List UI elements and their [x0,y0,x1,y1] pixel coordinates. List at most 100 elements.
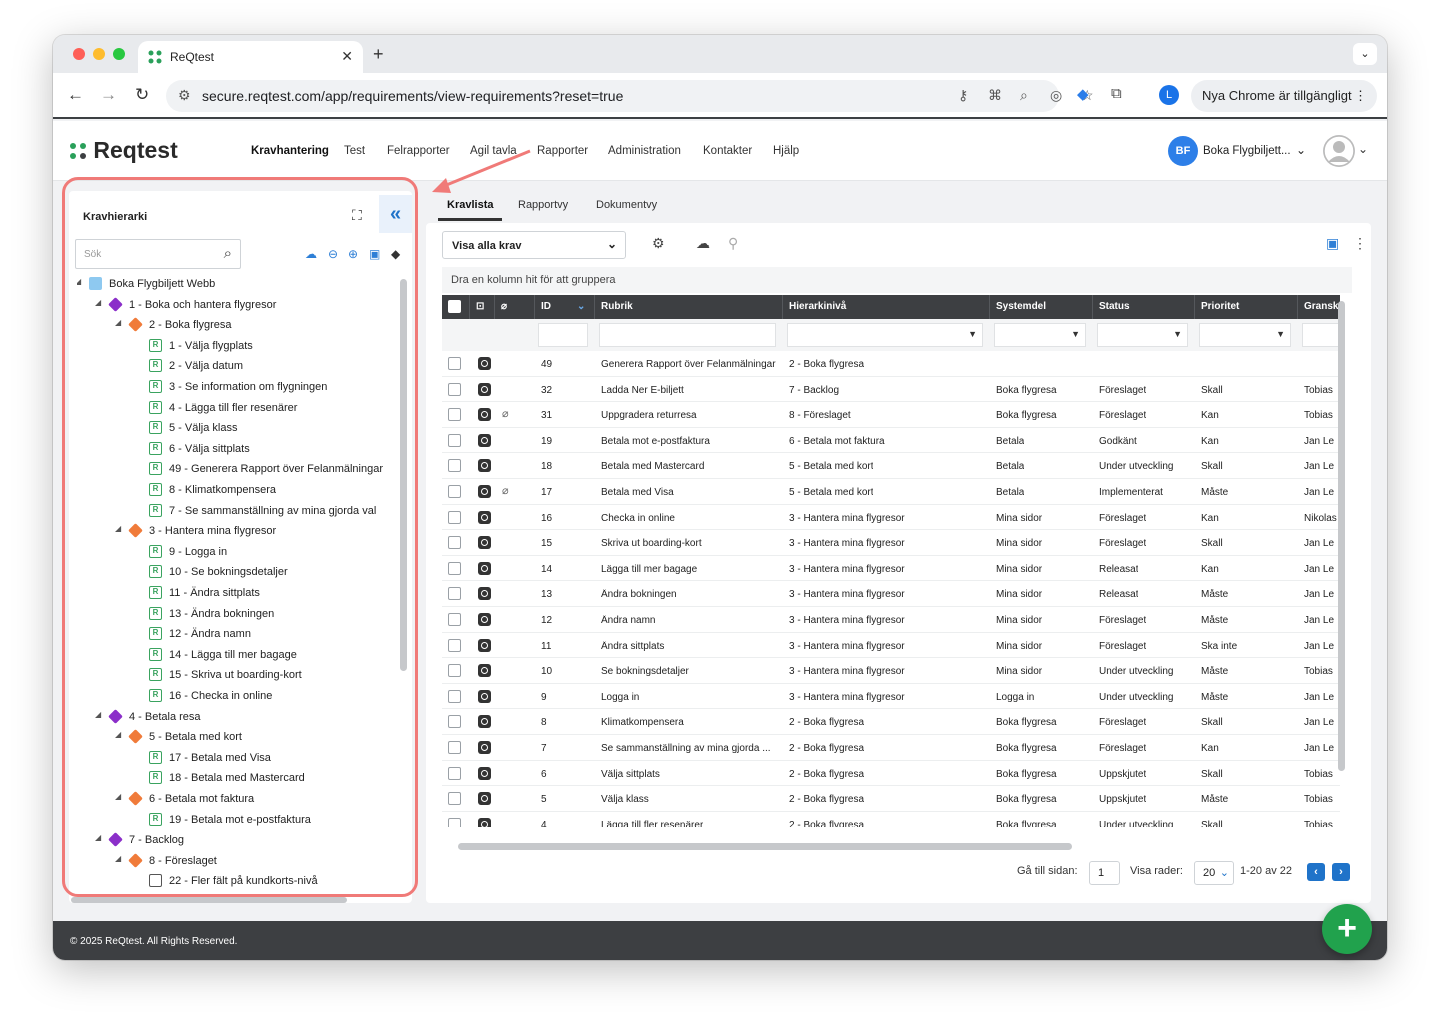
brand-logo[interactable]: Reqtest [69,137,178,164]
tab-kravlista[interactable]: Kravlista [447,199,493,211]
group-drop-zone[interactable]: Dra en kolumn hit för att gruppera [442,267,1352,293]
tree-node[interactable]: ◢ 5 - Betala med kort [77,728,397,748]
tree-node[interactable]: 22 - Fler fält på kundkorts-nivå [77,872,397,892]
view-details-icon[interactable] [478,664,491,678]
table-row[interactable]: 10 Se bokningsdetaljer 3 - Hantera mina fl… [442,658,1340,684]
table-row[interactable]: 13 Ändra bokningen 3 - Hantera mina flygre… [442,581,1340,607]
tree-node[interactable]: R 10 - Se bokningsdetaljer [77,563,397,583]
row-checkbox[interactable] [448,741,461,754]
tree-node[interactable]: R 15 - Skriva ut boarding-kort [77,666,397,686]
nav-test[interactable]: Test [344,145,365,157]
tree-node[interactable]: R 14 - Lägga till mer bagage [77,646,397,666]
diamond-icon[interactable]: ◆ [391,247,400,261]
table-row[interactable]: 6 Välja sittplats 2 - Boka flygresa Boka fl… [442,761,1340,787]
tree-node[interactable]: ◢ 1 - Boka och hantera flygresor [77,296,397,316]
filter-rubrik[interactable] [599,323,776,347]
browser-tab[interactable]: ReQtest ✕ [138,41,363,73]
row-checkbox[interactable] [448,766,461,780]
view-details-icon[interactable] [478,536,491,550]
close-window-button[interactable] [73,48,85,60]
eye-off-icon[interactable]: ◎ [1050,87,1062,104]
header-hierarkiniva[interactable]: Hierarkinivå [783,295,990,319]
view-details-icon[interactable] [478,408,491,422]
row-checkbox[interactable] [448,459,461,473]
view-filter-select[interactable]: Visa alla krav ⌄ [442,231,626,259]
settings-gear-icon[interactable]: ⚙ [652,235,665,252]
table-row[interactable]: 49 Generera Rapport över Felanmälningar 2 … [442,351,1340,377]
header-prioritet[interactable]: Prioritet [1195,295,1298,319]
row-checkbox[interactable] [448,664,461,678]
clear-filter-icon[interactable]: ⚲ [728,235,738,252]
nav-administration[interactable]: Administration [608,145,681,157]
view-details-icon[interactable] [478,587,491,601]
table-row[interactable]: 7 Se sammanställning av mina gjorda ... 2 … [442,735,1340,761]
tree-toggle-icon[interactable]: ◢ [115,730,121,739]
table-row[interactable]: 19 Betala mot e-postfaktura 6 - Betala mot… [442,428,1340,454]
translate-icon[interactable]: ⌘ [988,87,1002,104]
fullscreen-icon[interactable]: ⛶ [352,207,362,224]
grid-vertical-scrollbar[interactable] [1338,301,1345,771]
header-rubrik[interactable]: Rubrik [595,295,783,319]
view-details-icon[interactable] [478,510,491,524]
view-details-icon[interactable] [478,792,491,806]
filter-hierarkiniva[interactable]: ▼ [787,323,983,347]
view-details-icon[interactable] [478,817,491,827]
row-checkbox[interactable] [448,382,461,396]
close-tab-icon[interactable]: ✕ [341,48,353,65]
minimize-window-button[interactable] [93,48,105,60]
tree-toggle-icon[interactable]: ◢ [77,277,81,286]
tree-node[interactable]: ◢ 2 - Boka flygresa [77,316,397,336]
row-checkbox[interactable] [448,408,461,422]
view-details-icon[interactable] [478,689,491,703]
nav-rapporter[interactable]: Rapporter [537,145,588,157]
tab-search-chevron-icon[interactable]: ⌄ [1353,43,1377,65]
tab-rapportvy[interactable]: Rapportvy [518,199,568,211]
back-icon[interactable]: ← [67,85,84,105]
filter-status[interactable]: ▼ [1097,323,1188,347]
row-checkbox[interactable] [448,792,461,806]
tree-node[interactable]: R 2 - Välja datum [77,357,397,377]
tree-node[interactable]: ◢ 8 - Föreslaget [77,852,397,872]
view-details-icon[interactable] [478,485,491,498]
view-details-icon[interactable] [478,382,491,396]
tree-node[interactable]: R 19 - Betala mot e-postfaktura [77,811,397,831]
tree-node[interactable]: R 12 - Ändra namn [77,625,397,645]
tree-search-input[interactable]: Sök ⌕ [75,239,241,269]
header-systemdel[interactable]: Systemdel [990,295,1093,319]
table-row[interactable]: 18 Betala med Mastercard 5 - Betala med ko… [442,453,1340,479]
tree-toggle-icon[interactable]: ◢ [95,710,101,719]
import-cloud-icon[interactable]: ☁ [696,235,710,252]
filter-gransk[interactable] [1302,323,1340,347]
view-details-icon[interactable] [478,357,491,370]
tree-horizontal-scrollbar[interactable] [71,897,347,903]
account-chevron-icon[interactable]: ⌄ [1358,142,1368,156]
export-file-icon[interactable]: ▣ [1326,235,1339,252]
row-checkbox[interactable] [448,817,461,827]
password-key-icon[interactable]: ⚷ [958,87,968,104]
zoom-icon[interactable]: ⌕ [1020,87,1028,104]
view-details-icon[interactable] [478,715,491,729]
site-info-icon[interactable]: ⚙ [178,87,191,104]
table-row[interactable]: 12 Ändra namn 3 - Hantera mina flygresor Mi… [442,607,1340,633]
tab-dokumentvy[interactable]: Dokumentvy [596,199,657,211]
tree-node[interactable]: R 8 - Klimatkompensera [77,481,397,501]
tree-node[interactable]: ◢ 4 - Betala resa [77,708,397,728]
tree-node[interactable]: R 13 - Ändra bokningen [77,605,397,625]
kebab-menu-icon[interactable]: ⋮ [1354,80,1367,112]
row-checkbox[interactable] [448,561,461,575]
view-details-icon[interactable] [478,741,491,754]
view-details-icon[interactable] [478,561,491,575]
export-icon[interactable]: ▣ [369,247,380,261]
tree-toggle-icon[interactable]: ◢ [115,318,121,327]
extensions-puzzle-icon[interactable]: ⧉ [1111,85,1122,102]
nav-felrapporter[interactable]: Felrapporter [387,145,450,157]
tree-toggle-icon[interactable]: ◢ [115,524,121,533]
tree-node[interactable]: R 6 - Välja sittplats [77,440,397,460]
table-row[interactable]: 16 Checka in online 3 - Hantera mina flygr… [442,505,1340,531]
tree-node[interactable]: R 11 - Ändra sittplats [77,584,397,604]
row-checkbox[interactable] [448,536,461,550]
url-field[interactable]: ⚙ secure.reqtest.com/app/requirements/vi… [166,80,1094,112]
tree-node[interactable]: ◢ 6 - Betala mot faktura [77,790,397,810]
collapse-all-icon[interactable]: ⊕ [348,247,358,261]
row-checkbox[interactable] [448,357,461,370]
